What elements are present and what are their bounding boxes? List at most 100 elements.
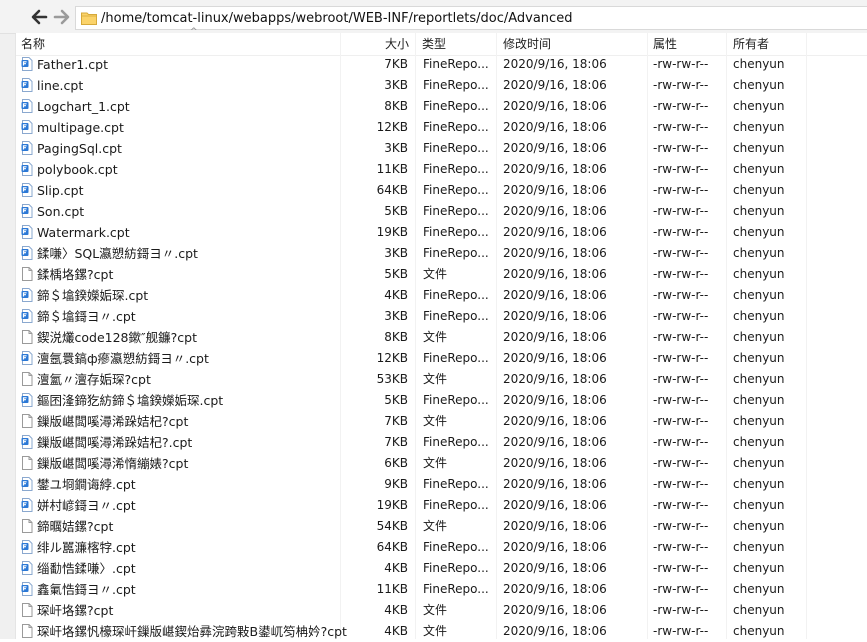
file-name[interactable]: Father1.cpt <box>37 54 357 75</box>
column-header-name[interactable]: 名称 <box>21 33 45 55</box>
file-name[interactable]: Son.cpt <box>37 201 357 222</box>
file-name[interactable]: 鍒楀垎鏍?cpt <box>37 264 357 285</box>
file-row[interactable]: Logchart_1.cpt 8KB FineRepo... 2020/9/16, 1… <box>16 96 867 117</box>
file-modified-time: 2020/9/16, 18:06 <box>503 519 607 533</box>
file-name[interactable]: 鍗曞姞鏍?cpt <box>37 516 357 537</box>
file-type: FineRepo... <box>423 582 489 596</box>
file-name[interactable]: 鍥涚爜code128鏉″舰鐮?cpt <box>37 327 357 348</box>
file-owner: chenyun <box>733 519 785 533</box>
file-name[interactable]: 鐢ユ埛鐧诲綍.cpt <box>37 474 357 495</box>
file-name[interactable]: 绯ル嚚濂楁牸.cpt <box>37 537 357 558</box>
file-row[interactable]: 鍒楀垎鏍?cpt 5KB 文件 2020/9/16, 18:06 -rw-rw-r-- c… <box>16 264 867 285</box>
file-owner: chenyun <box>733 435 785 449</box>
file-row[interactable]: 鐢ユ埛鐧诲綍.cpt 9KB FineRepo... 2020/9/16, 18:06… <box>16 474 867 495</box>
file-permissions: -rw-rw-r-- <box>653 225 709 239</box>
file-owner: chenyun <box>733 99 785 113</box>
file-permissions: -rw-rw-r-- <box>653 477 709 491</box>
file-row[interactable]: 姘村嵃鎶ヨ〃.cpt 19KB FineRepo... 2020/9/16, 18:0… <box>16 495 867 516</box>
generic-file-icon <box>21 330 33 344</box>
file-name[interactable]: 鏂囨湰鍗犵紡鍗＄墖鍨嬫姤琛.cpt <box>37 390 357 411</box>
file-name[interactable]: line.cpt <box>37 75 357 96</box>
file-permissions: -rw-rw-r-- <box>653 309 709 323</box>
file-row[interactable]: 鏁版嵁闆嗘潯浠跺姞杞?.cpt 7KB FineRepo... 2020/9/16, … <box>16 432 867 453</box>
column-header-mtime[interactable]: 修改时间 <box>503 33 551 55</box>
file-size: 3KB <box>384 141 408 155</box>
file-modified-time: 2020/9/16, 18:06 <box>503 162 607 176</box>
file-size: 12KB <box>376 351 408 365</box>
file-name[interactable]: 缁勫悎鍒嗛〉.cpt <box>37 558 357 579</box>
file-row[interactable]: 鍗曞姞鏍?cpt 54KB 文件 2020/9/16, 18:06 -rw-rw-r--… <box>16 516 867 537</box>
path-text[interactable]: /home/tomcat-linux/webapps/webroot/WEB-I… <box>101 11 572 26</box>
file-name[interactable]: multipage.cpt <box>37 117 357 138</box>
column-header-owner[interactable]: 所有者 <box>733 33 769 55</box>
finereport-file-icon <box>21 435 33 449</box>
file-name[interactable]: 澶氬睘鎬ф瘮瀛愬紡鎶ヨ〃.cpt <box>37 348 357 369</box>
file-row[interactable]: 鏂囨湰鍗犵紡鍗＄墖鍨嬫姤琛.cpt 5KB FineRepo... 2020/9/16… <box>16 390 867 411</box>
file-name[interactable]: 鍒嗛〉SQL瀛愬紡鎶ヨ〃.cpt <box>37 243 357 264</box>
file-row[interactable]: 绯ル嚚濂楁牸.cpt 64KB FineRepo... 2020/9/16, 18:0… <box>16 537 867 558</box>
file-size: 53KB <box>376 372 408 386</box>
column-header-perm[interactable]: 属性 <box>653 33 677 55</box>
file-row[interactable]: line.cpt 3KB FineRepo... 2020/9/16, 18:06 -r… <box>16 75 867 96</box>
file-modified-time: 2020/9/16, 18:06 <box>503 225 607 239</box>
file-size: 11KB <box>376 582 408 596</box>
file-name[interactable]: 姘村嵃鎶ヨ〃.cpt <box>37 495 357 516</box>
file-name[interactable]: Watermark.cpt <box>37 222 357 243</box>
column-header-size[interactable]: 大小 <box>341 33 409 55</box>
finereport-file-icon <box>21 99 33 113</box>
file-row[interactable]: 鑫氭悎鎶ヨ〃.cpt 11KB FineRepo... 2020/9/16, 18:0… <box>16 579 867 600</box>
file-modified-time: 2020/9/16, 18:06 <box>503 309 607 323</box>
file-permissions: -rw-rw-r-- <box>653 288 709 302</box>
file-row[interactable]: 澶氬睘鎬ф瘮瀛愬紡鎶ヨ〃.cpt 12KB FineRepo... 2020/9/16… <box>16 348 867 369</box>
file-permissions: -rw-rw-r-- <box>653 351 709 365</box>
file-name[interactable]: 鏁版嵁闆嗘潯浠跺姞杞?.cpt <box>37 432 357 453</box>
file-type: 文件 <box>423 414 448 428</box>
file-name[interactable]: 鍗＄墖鍨嬫姤琛.cpt <box>37 285 357 306</box>
file-name[interactable]: PagingSql.cpt <box>37 138 357 159</box>
file-row[interactable]: 鍒嗛〉SQL瀛愬紡鎶ヨ〃.cpt 3KB FineRepo... 2020/9/16,… <box>16 243 867 264</box>
file-permissions: -rw-rw-r-- <box>653 603 709 617</box>
file-permissions: -rw-rw-r-- <box>653 141 709 155</box>
file-row[interactable]: 鏁版嵁闆嗘潯浠惰繃婊?cpt 6KB 文件 2020/9/16, 18:06 -rw-r… <box>16 453 867 474</box>
file-row[interactable]: polybook.cpt 11KB FineRepo... 2020/9/16, 18… <box>16 159 867 180</box>
file-modified-time: 2020/9/16, 18:06 <box>503 99 607 113</box>
generic-file-icon <box>21 603 33 617</box>
file-row[interactable]: multipage.cpt 12KB FineRepo... 2020/9/16, 1… <box>16 117 867 138</box>
file-row[interactable]: Watermark.cpt 19KB FineRepo... 2020/9/16, 1… <box>16 222 867 243</box>
back-arrow-icon[interactable] <box>29 7 49 27</box>
finereport-file-icon <box>21 393 33 407</box>
file-permissions: -rw-rw-r-- <box>653 246 709 260</box>
file-name[interactable]: Logchart_1.cpt <box>37 96 357 117</box>
file-row[interactable]: Slip.cpt 64KB FineRepo... 2020/9/16, 18:06 -… <box>16 180 867 201</box>
file-row[interactable]: 缁勫悎鍒嗛〉.cpt 4KB FineRepo... 2020/9/16, 18:06… <box>16 558 867 579</box>
file-row[interactable]: 鍗＄墖鍨嬫姤琛.cpt 4KB FineRepo... 2020/9/16, 18:0… <box>16 285 867 306</box>
file-name[interactable]: Slip.cpt <box>37 180 357 201</box>
file-type: 文件 <box>423 456 448 470</box>
file-modified-time: 2020/9/16, 18:06 <box>503 372 607 386</box>
file-name[interactable]: 澶氳〃澶存姤琛?cpt <box>37 369 357 390</box>
file-modified-time: 2020/9/16, 18:06 <box>503 204 607 218</box>
file-name[interactable]: polybook.cpt <box>37 159 357 180</box>
file-row[interactable]: 澶氳〃澶存姤琛?cpt 53KB 文件 2020/9/16, 18:06 -rw-rw-… <box>16 369 867 390</box>
file-size: 7KB <box>384 57 408 71</box>
file-type: FineRepo... <box>423 246 489 260</box>
file-row[interactable]: Father1.cpt 7KB FineRepo... 2020/9/16, 18:0… <box>16 54 867 75</box>
file-name[interactable]: 鏁版嵁闆嗘潯浠跺姞杞?cpt <box>37 411 357 432</box>
file-row[interactable]: Son.cpt 5KB FineRepo... 2020/9/16, 18:06 -rw… <box>16 201 867 222</box>
file-name[interactable]: 琛屽垎鏍?cpt <box>37 600 357 621</box>
file-modified-time: 2020/9/16, 18:06 <box>503 267 607 281</box>
file-row[interactable]: 鏁版嵁闆嗘潯浠跺姞杞?cpt 7KB 文件 2020/9/16, 18:06 -rw-r… <box>16 411 867 432</box>
forward-arrow-icon[interactable] <box>52 7 72 27</box>
file-owner: chenyun <box>733 78 785 92</box>
finereport-file-icon <box>21 120 33 134</box>
file-row[interactable]: 琛屽垎鏍?cpt 4KB 文件 2020/9/16, 18:06 -rw-rw-r-- c… <box>16 600 867 621</box>
file-row[interactable]: 鍥涚爜code128鏉″舰鐮?cpt 8KB 文件 2020/9/16, 18:06 -… <box>16 327 867 348</box>
file-row[interactable]: 鍗＄墖鎶ヨ〃.cpt 3KB FineRepo... 2020/9/16, 18:06… <box>16 306 867 327</box>
file-name[interactable]: 鏁版嵁闆嗘潯浠惰繃婊?cpt <box>37 453 357 474</box>
file-name[interactable]: 鍗＄墖鎶ヨ〃.cpt <box>37 306 357 327</box>
file-size: 12KB <box>376 120 408 134</box>
column-header-type[interactable]: 类型 <box>422 33 446 55</box>
file-name[interactable]: 鑫氭悎鎶ヨ〃.cpt <box>37 579 357 600</box>
file-row[interactable]: PagingSql.cpt 3KB FineRepo... 2020/9/16, 18… <box>16 138 867 159</box>
file-type: 文件 <box>423 519 448 533</box>
